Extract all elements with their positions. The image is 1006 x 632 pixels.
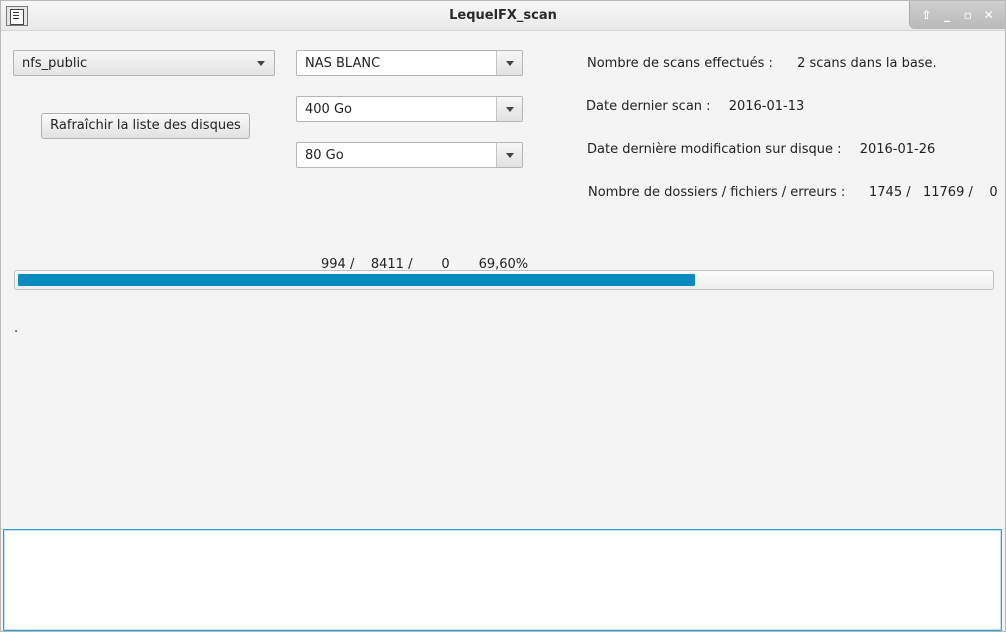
status-text: . bbox=[14, 321, 19, 336]
nas-combo-value[interactable]: NAS BLANC bbox=[297, 56, 496, 71]
last-scan-label: Date dernier scan : bbox=[586, 99, 711, 114]
progress-bar bbox=[14, 270, 994, 290]
chevron-down-icon bbox=[257, 60, 265, 66]
size-combo-2[interactable]: 80 Go bbox=[296, 142, 523, 168]
share-combo-value: nfs_public bbox=[22, 55, 88, 71]
close-icon[interactable]: ✕ bbox=[982, 8, 996, 22]
maximize-icon[interactable]: ▫ bbox=[961, 8, 975, 22]
chevron-down-icon bbox=[505, 60, 514, 66]
chevron-down-icon bbox=[505, 106, 514, 112]
size-combo-1[interactable]: 400 Go bbox=[296, 96, 523, 122]
nas-combo[interactable]: NAS BLANC bbox=[296, 50, 523, 76]
minimize-icon[interactable]: _ bbox=[940, 8, 954, 22]
last-scan-value: 2016-01-13 bbox=[728, 99, 805, 114]
nas-combo-arrow[interactable] bbox=[496, 51, 522, 75]
last-modification-row: Date dernière modification sur disque : … bbox=[587, 142, 935, 157]
scans-count-value: 2 scans dans la base. bbox=[797, 56, 937, 71]
scans-count-row: Nombre de scans effectués : 2 scans dans… bbox=[587, 56, 937, 71]
counts-label: Nombre de dossiers / fichiers / erreurs … bbox=[588, 185, 846, 200]
window-controls: ⇧ _ ▫ ✕ bbox=[909, 1, 1005, 29]
scans-count-label: Nombre de scans effectués : bbox=[587, 56, 773, 71]
size-combo-1-value[interactable]: 400 Go bbox=[297, 102, 496, 117]
size-combo-1-arrow[interactable] bbox=[496, 97, 522, 121]
refresh-disks-button[interactable]: Rafraîchir la liste des disques bbox=[41, 113, 250, 139]
size-combo-2-value[interactable]: 80 Go bbox=[297, 148, 496, 163]
main-window: LequelFX_scan ⇧ _ ▫ ✕ nfs_public Rafraîc… bbox=[0, 0, 1006, 632]
last-scan-row: Date dernier scan : 2016-01-13 bbox=[586, 99, 804, 114]
window-title: LequelFX_scan bbox=[449, 8, 557, 23]
last-modification-label: Date dernière modification sur disque : bbox=[587, 142, 842, 157]
log-text-area[interactable] bbox=[3, 529, 1002, 631]
share-combo[interactable]: nfs_public bbox=[13, 50, 275, 76]
restore-up-icon[interactable]: ⇧ bbox=[919, 8, 933, 22]
chevron-down-icon bbox=[505, 152, 514, 158]
last-modification-value: 2016-01-26 bbox=[859, 142, 936, 157]
counts-row: Nombre de dossiers / fichiers / erreurs … bbox=[588, 185, 845, 200]
share-combo-arrow[interactable] bbox=[248, 51, 274, 75]
counts-value: 1745 / 11769 / 0 bbox=[869, 185, 998, 200]
title-bar[interactable]: LequelFX_scan ⇧ _ ▫ ✕ bbox=[1, 1, 1005, 31]
size-combo-2-arrow[interactable] bbox=[496, 143, 522, 167]
progress-fill bbox=[18, 274, 695, 286]
